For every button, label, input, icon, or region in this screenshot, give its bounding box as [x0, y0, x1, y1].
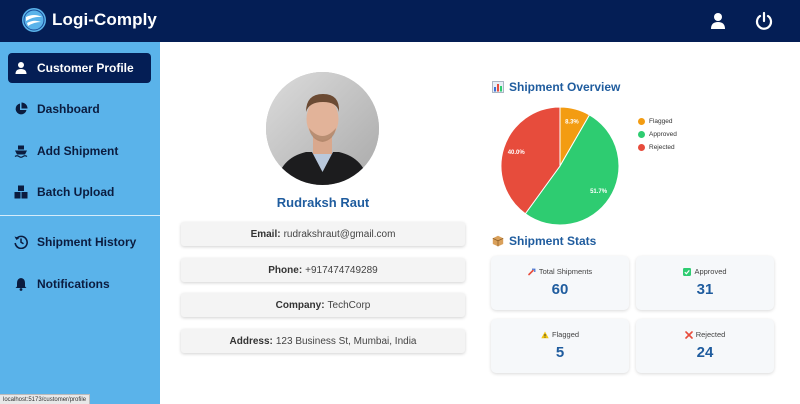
address-value: 123 Business St, Mumbai, India: [275, 335, 417, 347]
warning-icon: [541, 331, 549, 339]
overview-title-text: Shipment Overview: [509, 80, 621, 94]
sidebar-item-label: Batch Upload: [37, 185, 115, 199]
stat-label-row: Total Shipments: [491, 267, 629, 276]
stat-label-row: Flagged: [491, 330, 629, 339]
app-title: Logi-Comply: [52, 10, 157, 29]
legend-item-flagged: Flagged: [638, 115, 677, 128]
legend-dot-flagged: [638, 118, 645, 125]
pie-label-approved: 51.7%: [590, 189, 608, 195]
pie-label-rejected: 40.0%: [508, 150, 526, 156]
logo-icon: [22, 8, 46, 32]
package-icon: [492, 235, 504, 247]
boxes-icon: [14, 185, 28, 199]
sidebar-divider: [0, 215, 160, 216]
chart-legend: Flagged Approved Rejected: [638, 115, 677, 154]
legend-item-rejected: Rejected: [638, 141, 677, 154]
sidebar-item-label: Add Shipment: [37, 144, 119, 158]
phone-value: +917474749289: [305, 264, 378, 276]
stat-label: Rejected: [695, 330, 726, 339]
shipment-overview-title: Shipment Overview: [492, 80, 620, 94]
company-value: TechCorp: [327, 299, 371, 311]
profile-name: Rudraksh Raut: [276, 195, 370, 210]
legend-label: Flagged: [649, 118, 673, 125]
sidebar-item-label: Shipment History: [37, 235, 137, 249]
address-label: Address:: [229, 335, 273, 347]
stat-card-flagged: Flagged 5: [491, 319, 629, 373]
avatar: [266, 72, 379, 185]
stat-card-approved: Approved 31: [636, 256, 774, 310]
sidebar-item-label: Dashboard: [37, 102, 100, 116]
phone-card: Phone: +917474749289: [181, 258, 465, 282]
company-label: Company:: [275, 299, 325, 311]
legend-label: Rejected: [649, 144, 675, 151]
sidebar-item-batch-upload[interactable]: Batch Upload: [8, 177, 151, 207]
phone-label: Phone:: [268, 264, 303, 276]
stat-value: 60: [551, 281, 569, 298]
company-card: Company: TechCorp: [181, 293, 465, 317]
sidebar-item-label: Customer Profile: [37, 61, 134, 75]
sidebar-item-add-shipment[interactable]: Add Shipment: [8, 136, 151, 166]
stat-label: Approved: [694, 267, 727, 276]
stat-label-row: Rejected: [636, 330, 774, 339]
stat-value: 5: [555, 344, 565, 361]
bar-chart-icon: [492, 81, 504, 93]
pie-icon: [14, 102, 28, 116]
sidebar-item-customer-profile[interactable]: Customer Profile: [8, 53, 151, 83]
address-card: Address: 123 Business St, Mumbai, India: [181, 329, 465, 353]
sidebar: Customer Profile Dashboard Add Shipment …: [0, 42, 160, 404]
history-icon: [14, 235, 28, 250]
stat-label-row: Approved: [636, 267, 774, 276]
stat-card-total: Total Shipments 60: [491, 256, 629, 310]
stat-label: Flagged: [551, 330, 580, 339]
email-value: rudrakshraut@gmail.com: [283, 228, 396, 240]
check-icon: [683, 267, 692, 276]
bell-icon: [14, 277, 28, 291]
sidebar-item-dashboard[interactable]: Dashboard: [8, 94, 151, 124]
user-icon[interactable]: [708, 11, 728, 31]
shipment-stats-title: Shipment Stats: [492, 234, 596, 248]
pie-svg: 8.3% 51.7% 40.0%: [500, 106, 620, 226]
stat-value: 24: [696, 344, 714, 361]
stat-value: 31: [696, 281, 714, 298]
ship-icon: [14, 144, 28, 158]
stat-label: Total Shipments: [538, 267, 593, 276]
legend-label: Approved: [649, 131, 677, 138]
email-label: Email:: [250, 228, 281, 240]
sidebar-item-label: Notifications: [37, 277, 110, 291]
cross-icon: [684, 330, 693, 339]
stats-title-text: Shipment Stats: [509, 234, 597, 248]
legend-dot-rejected: [638, 144, 645, 151]
user-icon: [14, 61, 28, 75]
stat-card-rejected: Rejected 24: [636, 319, 774, 373]
truck-icon: [528, 268, 536, 276]
email-card: Email: rudrakshraut@gmail.com: [181, 222, 465, 246]
status-url: localhost:5173/customer/profile: [0, 394, 91, 404]
shipment-pie-chart: 8.3% 51.7% 40.0%: [500, 106, 620, 226]
legend-dot-approved: [638, 131, 645, 138]
pie-label-flagged: 8.3%: [565, 120, 579, 126]
top-bar: Logi-Comply: [0, 0, 800, 42]
power-icon[interactable]: [754, 11, 774, 31]
sidebar-item-shipment-history[interactable]: Shipment History: [8, 227, 151, 257]
sidebar-item-notifications[interactable]: Notifications: [8, 269, 151, 299]
legend-item-approved: Approved: [638, 128, 677, 141]
